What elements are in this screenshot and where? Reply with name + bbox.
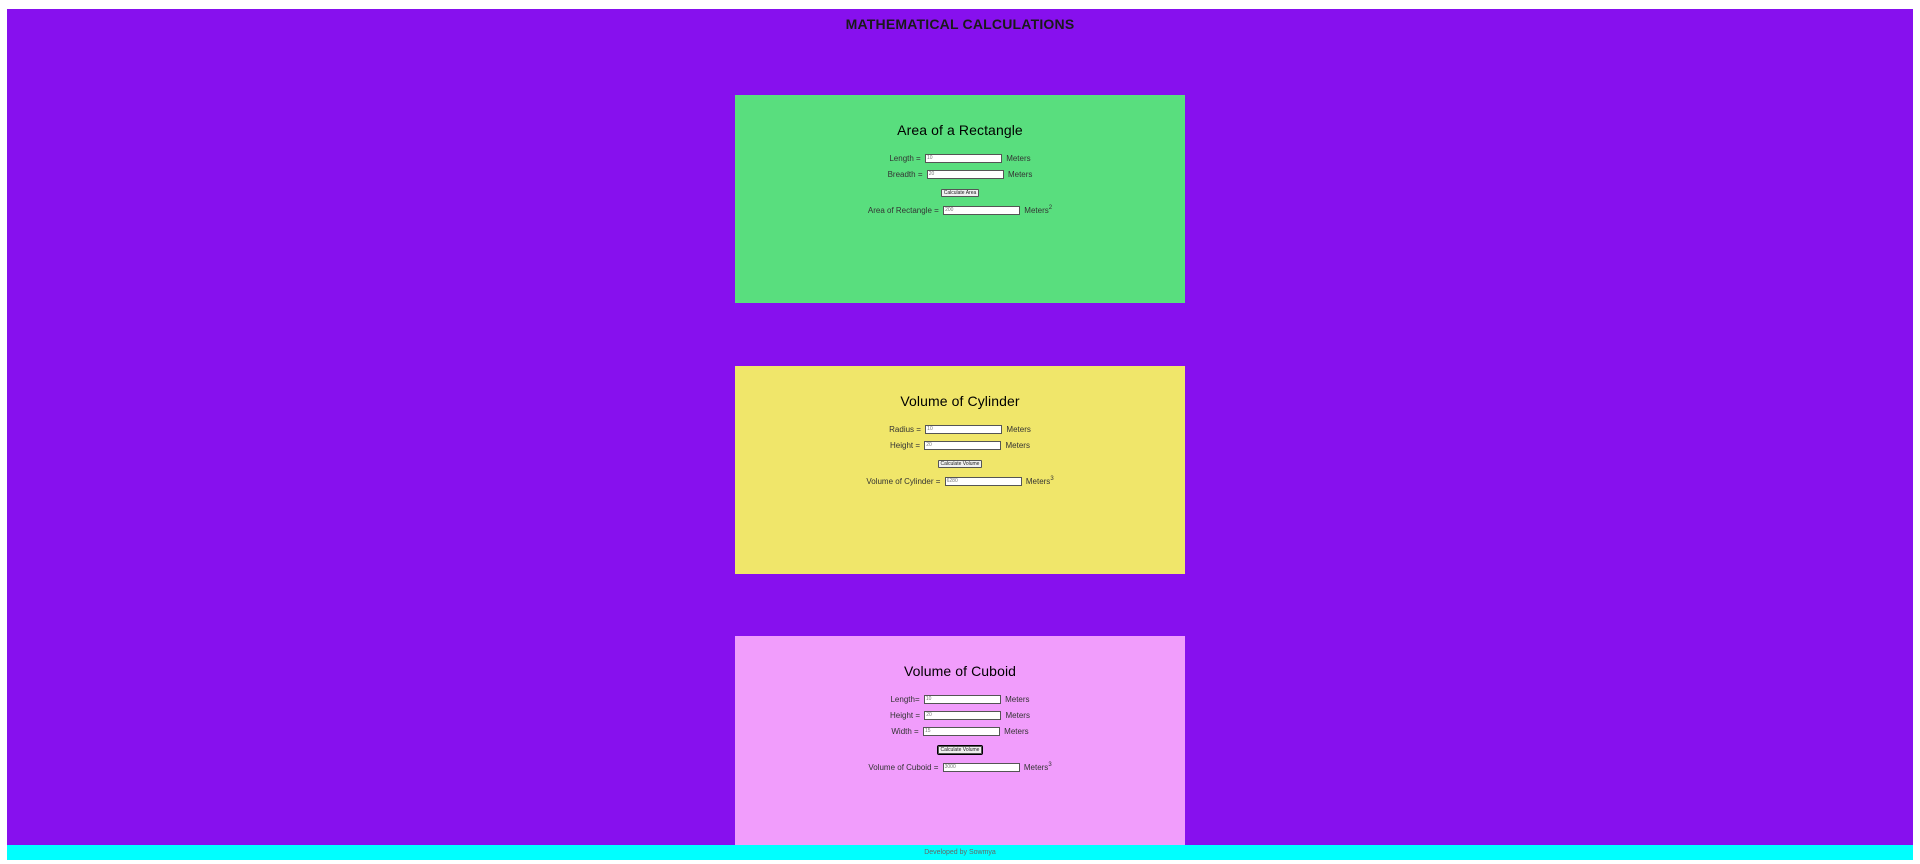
rectangle-card: Area of a Rectangle Length = 10 Meters B… — [735, 95, 1185, 303]
cylinder-button-row: Calculate Volume — [735, 459, 1185, 468]
cuboid-width-unit: Meters — [1004, 727, 1029, 736]
cylinder-radius-unit: Meters — [1006, 425, 1031, 434]
cuboid-result-exponent: 3 — [1048, 762, 1052, 768]
cylinder-result-row: Volume of Cylinder = 6280 Meters3 — [735, 476, 1185, 488]
cylinder-result-label: Volume of Cylinder = — [866, 477, 941, 486]
cuboid-height-row: Height = 20 Meters — [735, 710, 1185, 722]
rectangle-length-unit: Meters — [1006, 154, 1031, 163]
footer: Developed by Sowmya — [7, 845, 1913, 860]
rectangle-breadth-input[interactable]: 20 — [926, 170, 1004, 180]
rectangle-length-label: Length = — [889, 154, 921, 163]
rectangle-breadth-unit: Meters — [1007, 170, 1033, 179]
page-title: MATHEMATICAL CALCULATIONS — [845, 16, 1075, 32]
calculate-cylinder-volume-button[interactable]: Calculate Volume — [937, 460, 983, 468]
footer-credit: Developed by Sowmya — [924, 849, 996, 856]
rectangle-result-unit: Meters2 — [1024, 205, 1053, 215]
cuboid-result-label: Volume of Cuboid = — [868, 763, 939, 772]
cylinder-card: Volume of Cylinder Radius = 10 Meters He… — [735, 366, 1185, 574]
cylinder-height-unit: Meters — [1005, 441, 1030, 450]
rectangle-breadth-label: Breadth = — [887, 170, 923, 179]
cuboid-length-unit: Meters — [1005, 695, 1030, 704]
cylinder-title: Volume of Cylinder — [900, 393, 1020, 409]
cylinder-result-input[interactable]: 6280 — [944, 477, 1022, 487]
rectangle-result-exponent: 2 — [1048, 205, 1053, 211]
calculate-cuboid-volume-button[interactable]: Calculate Volume — [936, 745, 984, 755]
cuboid-length-row: Length= 10 Meters — [735, 694, 1185, 706]
cylinder-height-row: Height = 20 Meters — [735, 440, 1185, 452]
cylinder-radius-row: Radius = 10 Meters — [735, 424, 1185, 436]
cuboid-result-input[interactable]: 3000 — [942, 763, 1020, 773]
rectangle-result-row: Area of Rectangle = 200 Meters2 — [735, 205, 1185, 217]
cylinder-height-label: Height = — [890, 441, 921, 450]
cylinder-result-exponent: 3 — [1050, 476, 1054, 482]
cuboid-height-label: Height = — [890, 711, 921, 720]
cuboid-title: Volume of Cuboid — [903, 663, 1017, 679]
cuboid-result-unit-text: Meters — [1023, 763, 1049, 772]
cuboid-card: Volume of Cuboid Length= 10 Meters Heigh… — [735, 636, 1185, 845]
rectangle-button-row: Calculate Area — [735, 188, 1185, 197]
rectangle-title: Area of a Rectangle — [897, 122, 1023, 138]
cuboid-result-unit: Meters3 — [1023, 762, 1052, 772]
cuboid-length-label: Length= — [890, 695, 920, 704]
cuboid-width-input[interactable]: 15 — [922, 727, 1000, 737]
page-background: MATHEMATICAL CALCULATIONS Area of a Rect… — [7, 9, 1913, 845]
rectangle-result-input[interactable]: 200 — [943, 206, 1021, 216]
cylinder-result-unit: Meters3 — [1025, 476, 1054, 486]
rectangle-result-label: Area of Rectangle = — [867, 206, 939, 215]
rectangle-result-unit-text: Meters — [1024, 206, 1049, 215]
cuboid-button-row: Calculate Volume — [735, 745, 1185, 755]
cylinder-radius-label: Radius = — [889, 425, 921, 434]
cuboid-width-label: Width = — [891, 727, 919, 736]
cuboid-result-row: Volume of Cuboid = 3000 Meters3 — [735, 762, 1185, 774]
cuboid-width-row: Width = 15 Meters — [735, 726, 1185, 738]
rectangle-length-row: Length = 10 Meters — [735, 153, 1185, 165]
rectangle-length-input[interactable]: 10 — [924, 154, 1002, 164]
cuboid-height-unit: Meters — [1005, 711, 1030, 720]
cylinder-height-input[interactable]: 20 — [924, 441, 1002, 451]
calculate-area-button[interactable]: Calculate Area — [940, 189, 980, 197]
cuboid-height-input[interactable]: 20 — [924, 711, 1002, 721]
cylinder-radius-input[interactable]: 10 — [925, 425, 1003, 435]
cylinder-result-unit-text: Meters — [1025, 477, 1051, 486]
cuboid-length-input[interactable]: 10 — [923, 695, 1001, 705]
rectangle-breadth-row: Breadth = 20 Meters — [735, 169, 1185, 181]
